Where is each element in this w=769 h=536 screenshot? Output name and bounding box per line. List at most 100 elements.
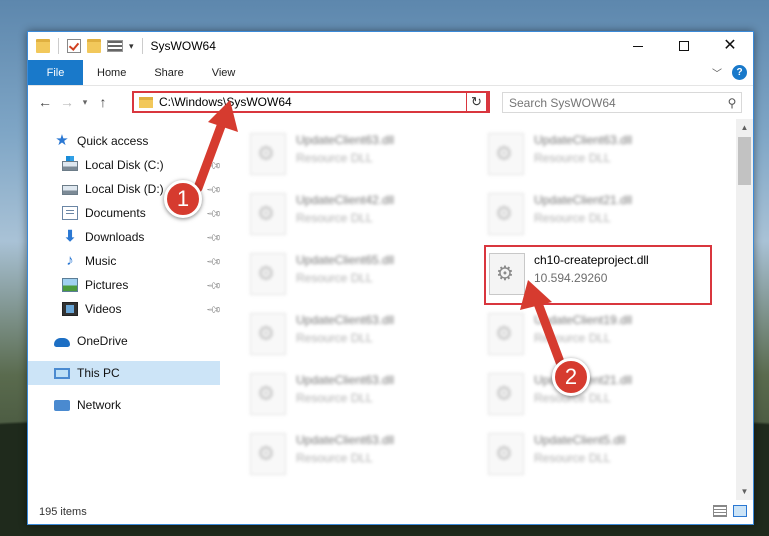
file-version: 10.594.29260 — [534, 271, 608, 285]
pin-icon[interactable]: 📌︎ — [205, 302, 222, 319]
tab-share[interactable]: Share — [140, 60, 197, 85]
nav-item-videos[interactable]: Videos 📌︎ — [28, 297, 222, 321]
nav-gap — [28, 353, 220, 361]
scroll-down-icon[interactable]: ▼ — [736, 483, 753, 500]
help-icon[interactable]: ? — [732, 65, 747, 80]
nav-item-label: Videos — [85, 302, 122, 316]
status-bar: 195 items — [28, 500, 753, 524]
quick-access-toolbar: ▾ — [28, 38, 145, 54]
tab-home[interactable]: Home — [83, 60, 140, 85]
dll-file-icon — [250, 433, 286, 475]
list-item[interactable]: UpdateClient5.dll Resource DLL — [488, 429, 708, 483]
pin-icon[interactable]: 📌︎ — [205, 254, 222, 271]
documents-icon — [62, 206, 78, 220]
minimize-button[interactable] — [615, 32, 661, 60]
item-count: 195 items — [39, 506, 87, 518]
nav-item-this-pc[interactable]: This PC — [28, 361, 220, 385]
dll-file-icon — [250, 133, 286, 175]
scroll-up-icon[interactable]: ▲ — [736, 119, 753, 136]
nav-item-onedrive[interactable]: OneDrive — [28, 329, 220, 353]
new-folder-icon[interactable] — [87, 39, 101, 53]
music-icon: ♪ — [66, 252, 74, 269]
list-item[interactable]: UpdateClient63.dll Resource DLL — [250, 309, 470, 363]
pictures-icon — [62, 278, 78, 292]
pin-icon[interactable]: 📌︎ — [205, 278, 222, 295]
list-item[interactable]: UpdateClient63.dll Resource DLL — [250, 129, 470, 183]
address-bar[interactable]: C:\Windows\SysWOW64 ﹀ — [132, 91, 490, 113]
details-view-icon[interactable] — [713, 505, 727, 517]
divider — [141, 38, 143, 54]
up-arrow-icon[interactable]: ↑ — [92, 94, 114, 110]
search-icon[interactable]: ⚲ — [723, 96, 741, 110]
view-toggle — [713, 505, 747, 517]
properties-check-icon[interactable] — [67, 39, 81, 53]
maximize-button[interactable] — [661, 32, 707, 60]
recent-locations-chevron-icon[interactable]: ▾ — [78, 97, 92, 108]
downloads-icon: ⬇ — [63, 228, 77, 245]
list-item[interactable]: UpdateClient65.dll Resource DLL — [250, 249, 470, 303]
nav-item-local-disk-c[interactable]: Local Disk (C:) 📌︎ — [28, 153, 222, 177]
qat-dropdown-icon[interactable]: ▾ — [129, 41, 134, 52]
dll-file-icon — [488, 193, 524, 235]
dll-file-icon — [489, 253, 525, 295]
list-item[interactable]: UpdateClient63.dll Resource DLL — [250, 429, 470, 483]
address-path[interactable]: C:\Windows\SysWOW64 — [159, 95, 470, 109]
dll-file-icon — [488, 373, 524, 415]
customize-icon[interactable] — [107, 40, 123, 52]
scroll-thumb[interactable] — [738, 137, 751, 185]
folder-icon — [139, 96, 153, 108]
list-item[interactable]: UpdateClient21.dll Resource DLL — [488, 189, 708, 243]
list-item[interactable]: UpdateClient63.dll Resource DLL — [250, 369, 470, 423]
pin-icon[interactable]: 📌︎ — [205, 158, 222, 175]
forward-arrow-icon[interactable]: → — [56, 94, 78, 110]
list-item[interactable]: UpdateClient63.dll Resource DLL — [488, 129, 708, 183]
file-type: Resource DLL — [534, 211, 611, 225]
nav-item-label: Documents — [85, 206, 146, 220]
close-button[interactable]: ✕ — [707, 32, 753, 60]
dll-file-icon — [250, 253, 286, 295]
dll-file-icon — [488, 433, 524, 475]
dll-file-icon — [488, 313, 524, 355]
search-input[interactable] — [509, 95, 723, 110]
vertical-scrollbar[interactable]: ▲ ▼ — [736, 119, 753, 500]
nav-item-network[interactable]: Network — [28, 393, 220, 417]
file-name: UpdateClient63.dll — [296, 313, 395, 327]
nav-item-music[interactable]: ♪ Music 📌︎ — [28, 249, 222, 273]
folder-icon — [36, 39, 50, 53]
back-arrow-icon[interactable]: ← — [34, 94, 56, 110]
file-name: UpdateClient63.dll — [296, 133, 395, 147]
search-box[interactable]: ⚲ — [502, 92, 742, 113]
target-dll-file[interactable]: ch10-createproject.dll 10.594.29260 — [484, 245, 712, 305]
maximize-icon — [679, 41, 689, 51]
nav-item-downloads[interactable]: ⬇ Downloads 📌︎ — [28, 225, 222, 249]
list-item[interactable]: UpdateClient19.dll Resource DLL — [488, 309, 708, 363]
nav-gap — [28, 321, 220, 329]
tab-view[interactable]: View — [198, 60, 250, 85]
list-item[interactable]: UpdateClient42.dll Resource DLL — [250, 189, 470, 243]
pin-icon[interactable]: 📌︎ — [205, 230, 222, 247]
dll-file-icon — [488, 133, 524, 175]
tab-file[interactable]: File — [28, 60, 83, 85]
address-row: ← → ▾ ↑ C:\Windows\SysWOW64 ﹀ ↻ ⚲ — [28, 86, 753, 118]
nav-item-quick-access[interactable]: ★ Quick access — [28, 129, 220, 153]
file-type: Resource DLL — [296, 151, 373, 165]
file-name: UpdateClient63.dll — [296, 373, 395, 387]
tiles-view-icon[interactable] — [733, 505, 747, 517]
title-bar: ▾ SysWOW64 ✕ — [28, 32, 753, 60]
dll-file-icon — [250, 313, 286, 355]
step-badge-2: 2 — [552, 358, 590, 396]
file-name: UpdateClient21.dll — [534, 193, 633, 207]
onedrive-icon — [54, 338, 70, 347]
expand-ribbon-icon[interactable]: ﹀ — [712, 65, 722, 80]
file-type: Resource DLL — [296, 271, 373, 285]
close-icon: ✕ — [723, 37, 737, 54]
file-name: UpdateClient63.dll — [534, 133, 633, 147]
nav-item-pictures[interactable]: Pictures 📌︎ — [28, 273, 222, 297]
refresh-icon: ↻ — [471, 94, 482, 109]
pin-icon[interactable]: 📌︎ — [205, 182, 222, 199]
list-item[interactable]: UpdateClient21.dll Resource DLL — [488, 369, 708, 423]
file-name: UpdateClient19.dll — [534, 313, 633, 327]
refresh-button[interactable]: ↻ — [466, 91, 488, 113]
pin-icon[interactable]: 📌︎ — [205, 206, 222, 223]
step-badge-1: 1 — [164, 180, 202, 218]
